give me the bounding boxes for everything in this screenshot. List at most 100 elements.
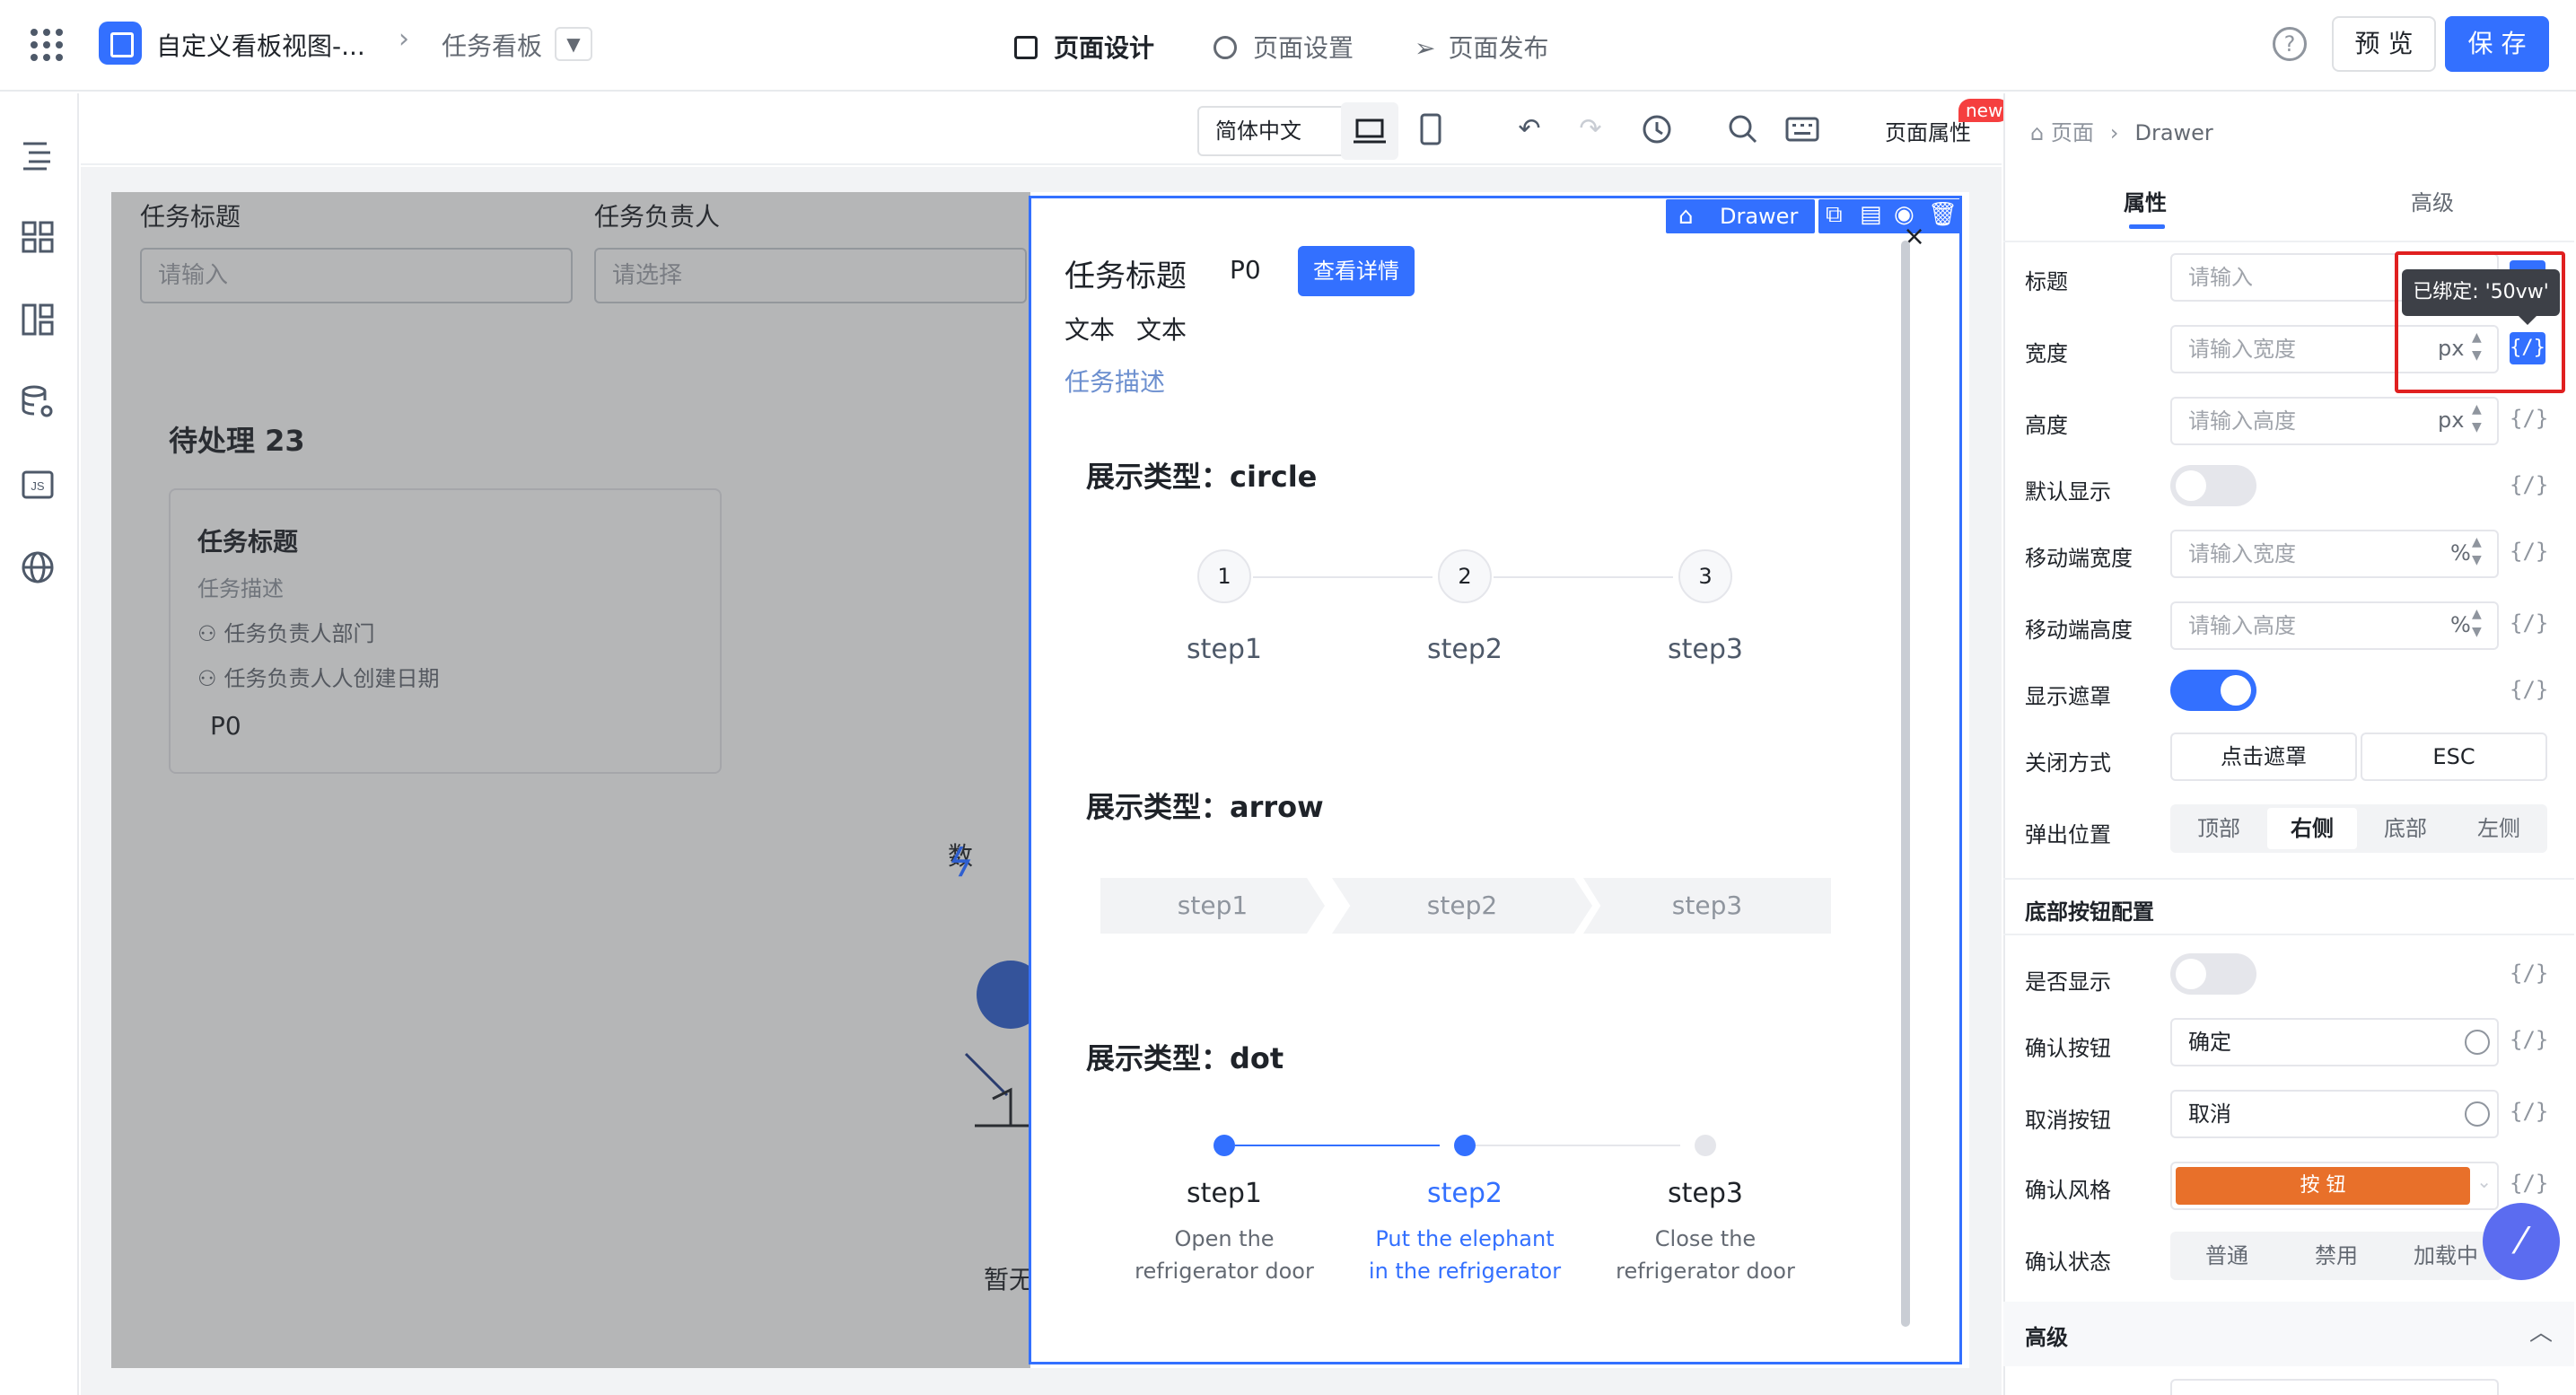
tab-page-publish[interactable]: ➢ 页面发布 [1415,29,1548,65]
dot-connector-active [1235,1145,1440,1146]
app-title[interactable]: 自定义看板视图-... [156,27,365,63]
cancel-button-input[interactable]: 取消 [2170,1090,2499,1138]
mobile-height-unit[interactable]: % [2450,612,2471,637]
ai-assistant-button[interactable]: ⁄ [2483,1203,2560,1280]
arrow-step-3[interactable]: step3 [1583,878,1831,934]
tab-properties[interactable]: 属性 [2124,185,2167,216]
bind-variable-icon[interactable]: {/} [2510,961,2548,986]
close-mode-mask-option[interactable]: 点击遮罩 [2170,733,2357,781]
bind-variable-icon[interactable]: {/} [2510,677,2548,702]
desktop-view-toggle[interactable] [1341,102,1398,160]
confirm-button-input[interactable]: 确定 [2170,1018,2499,1066]
breadcrumb-current[interactable]: 任务看板 [442,27,542,63]
layout-panels-icon[interactable] [20,302,56,338]
tab-advanced[interactable]: 高级 [2411,185,2454,216]
show-mask-toggle[interactable] [2170,670,2256,711]
circle-step-3[interactable]: 3 [1678,549,1732,603]
circle-step-label: step2 [1427,634,1503,665]
section-circle-title: 展示类型：circle [1086,460,1318,494]
delete-icon[interactable]: 🗑 [1928,201,1958,228]
undo-icon[interactable]: ↶ [1511,113,1547,145]
circle-step-2[interactable]: 2 [1438,549,1492,603]
bind-variable-icon[interactable]: {/} [2510,472,2548,497]
history-clock-icon[interactable] [1641,113,1673,145]
save-button[interactable]: 保 存 [2445,16,2549,72]
components-grid-icon[interactable] [20,219,56,255]
mobile-view-icon[interactable] [1415,110,1447,149]
title-label: 标题 [2025,269,2068,294]
dot-step-label: step3 [1668,1178,1743,1209]
mobile-width-unit[interactable]: % [2450,540,2471,566]
view-dropdown-button[interactable]: ▼ [555,27,592,61]
state-disabled[interactable]: 禁用 [2283,1235,2389,1277]
step-connector [1494,576,1673,578]
help-icon[interactable]: ? [2273,27,2307,61]
laptop-icon [1354,118,1386,144]
keyboard-icon[interactable] [1784,115,1820,144]
search-icon[interactable] [1727,113,1759,145]
bind-variable-icon[interactable]: {/} [2510,1099,2548,1124]
database-settings-icon[interactable] [20,384,56,420]
svg-text:JS: JS [31,479,45,493]
tab-page-design[interactable]: 页面设计 [1014,29,1154,65]
height-unit[interactable]: px [2438,408,2464,433]
stepper-icon[interactable]: ▲ ▼ [2472,605,2482,641]
lightning-icon: ϟ [948,840,975,886]
state-normal[interactable]: 普通 [2174,1235,2280,1277]
javascript-icon[interactable]: JS [20,467,56,503]
footer-section-title: 底部按钮配置 [2025,899,2154,925]
position-right[interactable]: 右侧 [2267,808,2357,849]
position-top[interactable]: 顶部 [2174,808,2264,849]
advanced-section[interactable]: 高级 ︿ [2003,1302,2574,1366]
drawer-scrollbar[interactable] [1901,241,1910,1327]
mobile-height-label: 移动端高度 [2025,618,2133,643]
globe-icon[interactable] [2465,1101,2490,1127]
drawer-tag-label: Drawer [1720,204,1799,229]
drawer-mask[interactable] [111,192,1030,1368]
dot-step-desc: in the refrigerator [1368,1259,1562,1284]
width-label: 宽度 [2025,341,2068,366]
dot-step-1[interactable] [1214,1135,1235,1156]
bind-variable-icon[interactable]: {/} [2510,539,2548,564]
stepper-icon[interactable]: ▲ ▼ [2472,533,2482,569]
divider [2003,934,2574,935]
globe-icon[interactable] [20,549,56,585]
bind-variable-icon[interactable]: {/} [2510,1027,2548,1052]
drawer-tag[interactable]: ⌂ Drawer [1666,199,1815,233]
view-detail-button[interactable]: 查看详情 [1298,246,1415,296]
divider [2003,878,2574,880]
advanced-input[interactable] [2170,1379,2499,1395]
tab-page-settings[interactable]: 页面设置 [1214,29,1354,65]
drawer-desc-link[interactable]: 任务描述 [1065,363,1165,399]
default-show-toggle[interactable] [2170,465,2256,506]
position-bottom[interactable]: 底部 [2361,808,2450,849]
arrow-step-2[interactable]: step2 [1332,878,1592,934]
outline-tree-icon[interactable] [20,136,56,172]
duplicate-icon[interactable]: ▤ [1860,201,1882,228]
apps-grid-icon[interactable] [31,29,63,61]
preview-button[interactable]: 预 览 [2332,16,2436,72]
position-segmented: 顶部 右侧 底部 左侧 [2170,804,2547,853]
globe-icon[interactable] [2465,1030,2490,1055]
dot-step-desc: Open the [1174,1226,1275,1251]
drawer-text-2: 文本 [1136,315,1187,345]
confirm-style-select[interactable]: 按 钮 ⌄ [2170,1162,2499,1210]
stepper-icon[interactable]: ▲ ▼ [2472,400,2482,436]
dot-step-3[interactable] [1695,1135,1716,1156]
bind-variable-icon[interactable]: {/} [2510,1171,2548,1196]
bind-variable-icon[interactable]: {/} [2510,406,2548,431]
dot-connector [1476,1145,1680,1146]
crumb-root[interactable]: 页面 [2051,120,2094,145]
redo-icon[interactable]: ↷ [1573,113,1608,145]
bind-variable-icon[interactable]: {/} [2510,610,2548,636]
position-left[interactable]: 左侧 [2454,808,2544,849]
copy-icon[interactable]: ⧉ [1826,201,1843,229]
footer-visible-toggle[interactable] [2170,953,2256,995]
close-mode-label: 关闭方式 [2025,750,2111,776]
circle-step-1[interactable]: 1 [1197,549,1251,603]
arrow-step-1[interactable]: step1 [1100,878,1325,934]
dot-step-2[interactable] [1454,1135,1476,1156]
confirm-button-label: 确认按钮 [2025,1036,2111,1061]
confirm-state-segmented: 普通 禁用 加载中 [2170,1232,2502,1280]
close-mode-esc-option[interactable]: ESC [2361,733,2547,781]
